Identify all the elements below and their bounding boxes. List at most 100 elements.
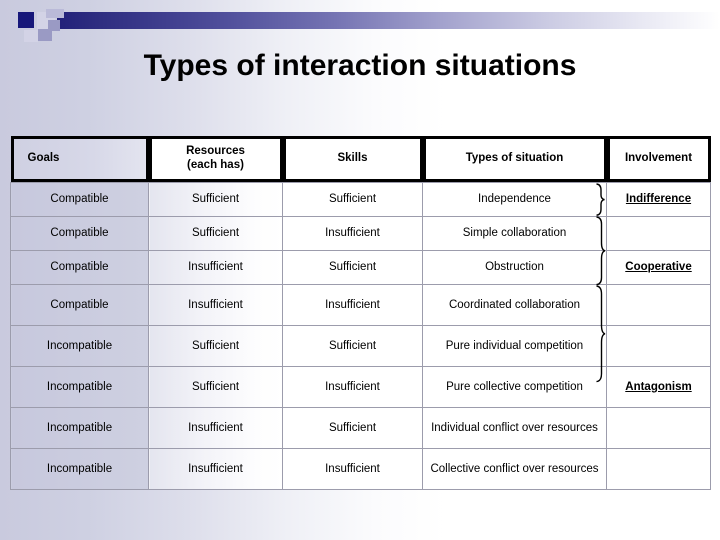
cell-text: Insufficient <box>325 462 380 475</box>
header-box-skills: Skills <box>282 136 423 182</box>
cell-goals: Incompatible <box>10 366 149 408</box>
cell-goals: Incompatible <box>10 325 149 367</box>
cell-situation: Obstruction <box>422 250 607 285</box>
cell-resources: Insufficient <box>148 448 283 490</box>
header-box-resources: Resources (each has) <box>148 136 283 182</box>
cell-situation: Collective conflict over resources <box>422 448 607 490</box>
cell-goals: Compatible <box>10 182 149 217</box>
cell-skills: Insufficient <box>282 216 423 251</box>
header-label-situation: Types of situation <box>465 152 564 165</box>
cell-text: Insufficient <box>325 380 380 393</box>
header-cell-involvement: Involvement <box>606 136 711 183</box>
cell-text: Incompatible <box>46 339 113 352</box>
cell-text: Insufficient <box>188 421 243 434</box>
cell-resources: Insufficient <box>148 407 283 449</box>
interaction-situations-table: Goals Resources (each has) Skills Types … <box>10 136 711 490</box>
cell-resources: Insufficient <box>148 284 283 326</box>
cell-text: Insufficient <box>188 462 243 475</box>
cell-text: Compatible <box>50 227 109 240</box>
deco-square-mid-2 <box>48 20 60 31</box>
interaction-situations-table-wrapper: Goals Resources (each has) Skills Types … <box>10 136 711 490</box>
cell-resources: Sufficient <box>148 366 283 408</box>
cell-text: Insufficient <box>188 298 243 311</box>
slide-header-decoration <box>0 0 720 46</box>
cell-text: Insufficient <box>325 227 380 240</box>
cell-goals: Compatible <box>10 250 149 285</box>
cell-involvement: Antagonism <box>606 366 711 408</box>
cell-goals: Compatible <box>10 216 149 251</box>
deco-square-light <box>46 9 64 18</box>
involvement-label: Cooperative <box>625 261 692 274</box>
cell-text: Sufficient <box>191 193 240 206</box>
cell-text: Coordinated collaboration <box>448 298 581 311</box>
cell-text: Incompatible <box>46 421 113 434</box>
involvement-label <box>607 232 710 236</box>
cell-resources: Insufficient <box>148 250 283 285</box>
involvement-label: Indifference <box>625 193 692 206</box>
table-row: Incompatible Sufficient Sufficient Pure … <box>10 325 711 367</box>
cell-text: Sufficient <box>328 339 377 352</box>
header-label-resources-line2: (each has) <box>187 159 244 171</box>
cell-text: Pure individual competition <box>445 339 584 352</box>
table-row: Compatible Insufficient Sufficient Obstr… <box>10 250 711 285</box>
involvement-label: Antagonism <box>625 380 692 393</box>
cell-involvement <box>606 284 711 326</box>
cell-involvement <box>606 325 711 367</box>
cell-situation: Coordinated collaboration <box>422 284 607 326</box>
table-row: Incompatible Sufficient Insufficient Pur… <box>10 366 711 408</box>
cell-skills: Sufficient <box>282 182 423 217</box>
cell-text: Sufficient <box>191 380 240 393</box>
header-label-resources-line1: Resources <box>186 145 245 158</box>
header-gradient-band <box>57 12 720 29</box>
header-cell-situation: Types of situation <box>422 136 607 183</box>
involvement-label <box>607 467 710 471</box>
cell-goals: Compatible <box>10 284 149 326</box>
cell-text: Insufficient <box>188 261 243 274</box>
deco-square-mid-1 <box>38 29 52 41</box>
cell-involvement: Indifference <box>606 182 711 217</box>
header-cell-resources: Resources (each has) <box>148 136 283 183</box>
cell-situation: Pure collective competition <box>422 366 607 408</box>
cell-situation: Independence <box>422 182 607 217</box>
cell-resources: Sufficient <box>148 325 283 367</box>
deco-square-dark <box>18 12 34 28</box>
cell-text: Pure collective competition <box>446 380 583 393</box>
cell-text: Individual conflict over resources <box>431 421 598 434</box>
header-cell-skills: Skills <box>282 136 423 183</box>
deco-square-pale-2 <box>24 30 38 42</box>
header-label-goals: Goals <box>27 152 60 165</box>
cell-text: Sufficient <box>328 421 377 434</box>
header-box-goals: Goals <box>10 136 149 182</box>
header-label-skills: Skills <box>337 152 368 165</box>
cell-text: Sufficient <box>191 339 240 352</box>
cell-resources: Sufficient <box>148 182 283 217</box>
involvement-label <box>607 344 710 348</box>
cell-goals: Incompatible <box>10 448 149 490</box>
involvement-label <box>607 303 710 307</box>
table-row: Compatible Sufficient Sufficient Indepen… <box>10 182 711 217</box>
deco-square-pale-1 <box>37 12 55 29</box>
cell-text: Insufficient <box>325 298 380 311</box>
cell-situation: Pure individual competition <box>422 325 607 367</box>
cell-text: Obstruction <box>485 261 544 274</box>
cell-text: Independence <box>478 193 551 206</box>
cell-goals: Incompatible <box>10 407 149 449</box>
cell-text: Incompatible <box>46 462 113 475</box>
cell-text: Collective conflict over resources <box>430 462 599 475</box>
cell-text: Compatible <box>50 261 109 274</box>
cell-text: Simple collaboration <box>462 227 567 240</box>
cell-situation: Simple collaboration <box>422 216 607 251</box>
cell-involvement <box>606 216 711 251</box>
table-header-row: Goals Resources (each has) Skills Types … <box>10 136 711 183</box>
cell-text: Incompatible <box>46 380 113 393</box>
table-row: Incompatible Insufficient Insufficient C… <box>10 448 711 490</box>
cell-skills: Insufficient <box>282 366 423 408</box>
cell-skills: Sufficient <box>282 407 423 449</box>
involvement-label <box>607 426 710 430</box>
table-row: Incompatible Insufficient Sufficient Ind… <box>10 407 711 449</box>
cell-text: Compatible <box>50 193 109 206</box>
table-row: Compatible Insufficient Insufficient Coo… <box>10 284 711 326</box>
cell-skills: Insufficient <box>282 448 423 490</box>
table-row: Compatible Sufficient Insufficient Simpl… <box>10 216 711 251</box>
header-box-situation: Types of situation <box>422 136 607 182</box>
